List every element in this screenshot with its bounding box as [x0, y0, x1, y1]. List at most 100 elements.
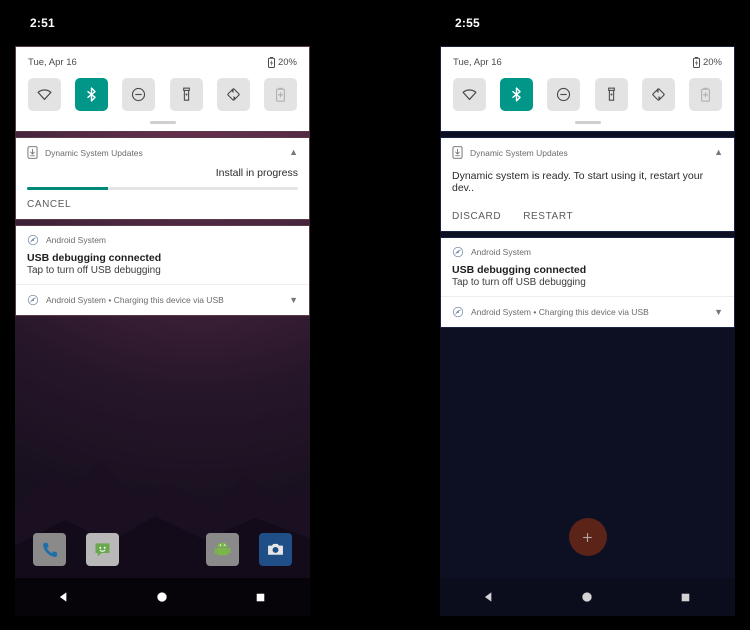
- camera-icon[interactable]: [259, 533, 292, 566]
- qs-battery-percent: 20%: [277, 57, 297, 68]
- android-system-icon: [452, 306, 464, 318]
- android-play-icon[interactable]: [206, 533, 239, 566]
- qs-battery-status: 20%: [692, 57, 722, 68]
- cancel-action-button[interactable]: CANCEL: [27, 199, 71, 210]
- do-not-disturb-icon: [557, 87, 571, 102]
- status-bar-right: 2:55: [440, 0, 735, 46]
- qs-battery-status: 20%: [267, 57, 297, 68]
- wifi-tile[interactable]: [453, 78, 486, 111]
- quick-settings-header: Tue, Apr 16 20%: [441, 47, 734, 70]
- chevron-down-icon[interactable]: ▼: [714, 307, 723, 317]
- back-button[interactable]: [466, 578, 512, 616]
- notification-charging-usb[interactable]: Android System • Charging this device vi…: [16, 284, 309, 315]
- home-circle-icon: [582, 592, 593, 602]
- floating-action-button[interactable]: [568, 518, 607, 556]
- auto-rotate-icon: [227, 88, 240, 101]
- dock-spacer: [119, 533, 206, 566]
- messaging-glyph: [95, 543, 110, 557]
- notification-text: Dynamic system is ready. To start using …: [452, 170, 704, 194]
- bluetooth-icon: [512, 87, 521, 102]
- screenshot-root: 2:51 Tue, Apr 16 20% Dynamic System Upda…: [0, 0, 750, 630]
- notification-dynamic-system-updates[interactable]: Dynamic System Updates ▲ Dynamic system …: [440, 137, 735, 232]
- screen-content-left: Tue, Apr 16 20% Dynamic System Updates ▲…: [15, 46, 310, 616]
- phone-screen-right: 2:55 Tue, Apr 16 20% Dynamic System Upda…: [440, 0, 735, 630]
- flashlight-tile[interactable]: [169, 78, 203, 111]
- panel-drag-handle[interactable]: [574, 121, 601, 124]
- do-not-disturb-icon: [132, 87, 146, 102]
- status-bar-left: 2:51: [15, 0, 310, 46]
- recents-square-icon: [257, 593, 265, 601]
- phone-screen-left: 2:51 Tue, Apr 16 20% Dynamic System Upda…: [15, 0, 310, 630]
- messaging-icon[interactable]: [86, 533, 119, 566]
- notification-header: Dynamic System Updates ▲: [16, 138, 309, 163]
- auto-rotate-icon: [652, 88, 665, 101]
- notification-header: Dynamic System Updates ▲: [441, 138, 734, 163]
- notification-body: USB debugging connected Tap to turn off …: [441, 262, 734, 296]
- restart-action-button[interactable]: RESTART: [523, 211, 573, 222]
- qs-date: Tue, Apr 16: [453, 57, 502, 68]
- battery-saver-icon: [700, 87, 710, 102]
- bluetooth-tile[interactable]: [500, 78, 534, 111]
- do-not-disturb-tile[interactable]: [547, 78, 581, 111]
- battery-icon: [692, 57, 700, 68]
- back-triangle-icon: [485, 592, 492, 602]
- system-update-icon: [452, 146, 463, 159]
- android-system-icon: [27, 234, 39, 246]
- status-time: 2:55: [455, 16, 480, 30]
- notification-dynamic-system-updates[interactable]: Dynamic System Updates ▲ Install in prog…: [15, 137, 310, 220]
- bluetooth-icon: [87, 87, 96, 102]
- chevron-up-icon[interactable]: ▲: [714, 148, 723, 157]
- auto-rotate-tile[interactable]: [216, 78, 250, 111]
- flashlight-tile[interactable]: [594, 78, 628, 111]
- notification-body: Dynamic system is ready. To start using …: [441, 163, 734, 202]
- auto-rotate-tile[interactable]: [641, 78, 675, 111]
- notification-actions: DISCARD RESTART: [441, 202, 734, 231]
- android-system-icon: [452, 246, 464, 258]
- notification-title: USB debugging connected: [452, 264, 587, 276]
- bluetooth-tile[interactable]: [75, 78, 109, 111]
- notification-app-name: Android System • Charging this device vi…: [46, 295, 224, 305]
- notification-body: USB debugging connected Tap to turn off …: [16, 250, 309, 284]
- notification-title: USB debugging connected: [27, 252, 162, 264]
- flashlight-icon: [607, 87, 615, 101]
- phone-icon[interactable]: [33, 533, 66, 566]
- quick-settings-panel-right[interactable]: Tue, Apr 16 20%: [440, 46, 735, 132]
- navigation-bar-left: [15, 578, 310, 616]
- chevron-up-icon[interactable]: ▲: [289, 148, 298, 157]
- system-update-icon: [27, 146, 38, 159]
- notification-usb-debugging[interactable]: Android System USB debugging connected T…: [15, 225, 310, 316]
- recents-button[interactable]: [663, 578, 709, 616]
- back-triangle-icon: [60, 592, 67, 602]
- notification-status-text: Install in progress: [215, 167, 298, 179]
- panel-drag-handle[interactable]: [149, 121, 176, 124]
- notification-charging-usb[interactable]: Android System • Charging this device vi…: [441, 296, 734, 327]
- flashlight-icon: [182, 87, 190, 101]
- notification-app-name: Dynamic System Updates: [470, 147, 568, 158]
- notification-usb-debugging[interactable]: Android System USB debugging connected T…: [440, 237, 735, 328]
- qs-date: Tue, Apr 16: [28, 57, 77, 68]
- home-circle-icon: [157, 592, 168, 602]
- battery-icon: [267, 57, 275, 68]
- wifi-tile[interactable]: [28, 78, 61, 111]
- recents-square-icon: [682, 593, 690, 601]
- phone-glyph: [42, 542, 57, 557]
- recents-button[interactable]: [238, 578, 284, 616]
- chevron-down-icon[interactable]: ▼: [289, 295, 298, 305]
- home-button[interactable]: [564, 578, 610, 616]
- navigation-bar-right: [440, 578, 735, 616]
- discard-action-button[interactable]: DISCARD: [452, 211, 501, 222]
- home-dock: [15, 533, 310, 566]
- notification-text: Tap to turn off USB debugging: [452, 277, 586, 288]
- back-button[interactable]: [41, 578, 87, 616]
- notification-app-name: Android System: [46, 235, 106, 245]
- notification-app-name: Android System • Charging this device vi…: [471, 307, 649, 317]
- home-button[interactable]: [139, 578, 185, 616]
- notification-app-name: Android System: [471, 247, 531, 257]
- battery-saver-tile[interactable]: [263, 78, 297, 111]
- quick-settings-panel-left[interactable]: Tue, Apr 16 20%: [15, 46, 310, 132]
- android-system-icon: [27, 294, 39, 306]
- battery-saver-tile[interactable]: [688, 78, 722, 111]
- battery-saver-icon: [275, 87, 285, 102]
- notification-text: Tap to turn off USB debugging: [27, 265, 161, 276]
- do-not-disturb-tile[interactable]: [122, 78, 156, 111]
